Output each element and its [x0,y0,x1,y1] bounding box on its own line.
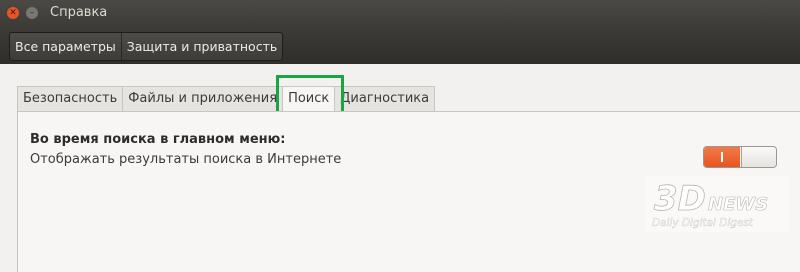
tab-files-apps[interactable]: Файлы и приложения [122,86,284,111]
online-results-label: Отображать результаты поиска в Интернете [30,152,342,167]
watermark-3dnews-logo: 3D NEWS Daily Digital Digest [646,176,790,232]
window-titlebar: ✕ – Справка [0,0,800,28]
svg-text:Daily Digital Digest: Daily Digital Digest [652,217,754,229]
close-window-button[interactable]: ✕ [7,7,19,19]
minimize-icon: – [29,8,35,18]
tab-search[interactable]: Поиск [282,86,336,112]
tab-bar: Безопасность Файлы и приложения Поиск Ди… [17,86,436,112]
toolbar: Все параметры Защита и приватность [0,28,800,64]
close-icon: ✕ [9,8,17,18]
toggle-on-icon [721,152,723,162]
svg-text:3D: 3D [654,179,706,219]
window-title: Справка [50,5,108,20]
tab-diagnostics[interactable]: Диагностика [334,86,436,111]
breadcrumb-all-settings[interactable]: Все параметры [10,33,121,60]
minimize-window-button[interactable]: – [26,7,38,19]
online-results-toggle[interactable] [703,146,777,168]
section-heading: Во время поиска в главном меню: [30,132,286,147]
breadcrumb: Все параметры Защита и приватность [9,32,284,61]
breadcrumb-security-privacy[interactable]: Защита и приватность [120,33,282,60]
toggle-on-track [704,147,740,167]
toggle-knob [741,147,776,167]
tab-security[interactable]: Безопасность [17,86,124,111]
svg-text:NEWS: NEWS [708,194,768,215]
